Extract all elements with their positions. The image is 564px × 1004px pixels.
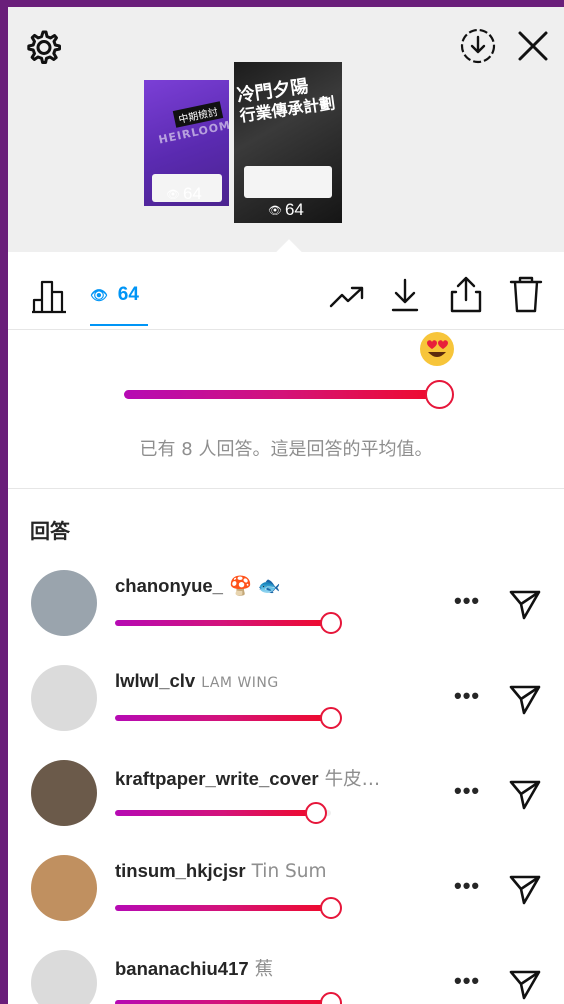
- eye-icon: 👁: [90, 286, 108, 303]
- display-name: LAM WING: [201, 675, 279, 691]
- views-count: 64: [117, 284, 139, 305]
- response-slider-knob: [304, 802, 327, 824]
- story-thumbnail[interactable]: 中期檢討 HEIRLOOM 👁 64: [144, 80, 229, 206]
- story-card: [244, 166, 332, 198]
- send-message-icon[interactable]: [508, 967, 542, 1001]
- close-icon[interactable]: [514, 27, 552, 65]
- username[interactable]: chanonyue_ 🍄 🐟: [115, 575, 281, 597]
- average-slider-knob: [425, 380, 454, 409]
- response-row[interactable]: lwlwl_clv LAM WING •••: [8, 665, 564, 755]
- response-slider-track: [115, 620, 331, 626]
- heart-eyes-emoji-icon: [420, 332, 454, 366]
- response-slider-track: [115, 1000, 331, 1004]
- response-slider-knob: [320, 992, 342, 1004]
- avatar[interactable]: [31, 950, 97, 1004]
- average-slider-track: [124, 390, 439, 399]
- response-row[interactable]: chanonyue_ 🍄 🐟 •••: [8, 570, 564, 660]
- story-view-count: 👁 64: [166, 184, 202, 203]
- more-options-icon[interactable]: •••: [454, 588, 480, 614]
- avatar[interactable]: [31, 855, 97, 921]
- response-slider-track: [115, 715, 331, 721]
- send-message-icon[interactable]: [508, 587, 542, 621]
- active-tab-indicator: [90, 324, 148, 326]
- more-options-icon[interactable]: •••: [454, 683, 480, 709]
- send-message-icon[interactable]: [508, 777, 542, 811]
- response-slider-knob: [320, 612, 342, 634]
- more-options-icon[interactable]: •••: [454, 778, 480, 804]
- response-row[interactable]: tinsum_hkjcjsr Tin Sum •••: [8, 855, 564, 945]
- avatar[interactable]: [31, 570, 97, 636]
- more-options-icon[interactable]: •••: [454, 968, 480, 994]
- story-title: 冷門夕陽 行業傳承計劃: [235, 75, 337, 126]
- bar-chart-icon[interactable]: [30, 278, 68, 314]
- response-slider-track: [115, 905, 331, 911]
- story-view-count: 👁 64: [268, 200, 304, 219]
- display-name: 🍄 🐟: [228, 576, 281, 597]
- response-slider-track: [115, 810, 331, 816]
- story-thumbnail-selected[interactable]: 冷門夕陽 行業傳承計劃 👁 64: [234, 62, 342, 223]
- response-row[interactable]: bananachiu417 蕉 •••: [8, 950, 564, 1004]
- responses-heading: 回答: [30, 519, 70, 543]
- display-name: 牛皮…: [324, 769, 381, 790]
- trending-icon[interactable]: [328, 282, 366, 312]
- share-icon[interactable]: [448, 274, 484, 314]
- insights-toolbar: 👁 64: [8, 252, 564, 330]
- eye-icon: 👁: [166, 188, 180, 201]
- display-name: 蕉: [254, 959, 274, 980]
- eye-icon: 👁: [268, 204, 282, 217]
- username[interactable]: kraftpaper_write_cover 牛皮…: [115, 765, 380, 791]
- display-name: Tin Sum: [251, 861, 327, 882]
- download-icon[interactable]: [390, 276, 420, 314]
- story-insights-sheet: 中期檢討 HEIRLOOM 👁 64 冷門夕陽 行業傳承計劃 👁 64 👁 64…: [8, 7, 564, 1004]
- response-slider-knob: [320, 707, 342, 729]
- send-message-icon[interactable]: [508, 872, 542, 906]
- response-row[interactable]: kraftpaper_write_cover 牛皮… •••: [8, 760, 564, 850]
- story-preview-area: 中期檢討 HEIRLOOM 👁 64 冷門夕陽 行業傳承計劃 👁 64: [8, 7, 564, 265]
- settings-gear-icon[interactable]: [26, 29, 62, 65]
- avatar[interactable]: [31, 665, 97, 731]
- views-tab[interactable]: 👁 64: [90, 284, 139, 306]
- username[interactable]: bananachiu417 蕉: [115, 955, 273, 981]
- delete-icon[interactable]: [508, 274, 544, 314]
- send-message-icon[interactable]: [508, 682, 542, 716]
- response-slider-knob: [320, 897, 342, 919]
- emoji-slider-result: 已有 8 人回答。這是回答的平均值。: [8, 331, 564, 489]
- username[interactable]: tinsum_hkjcjsr Tin Sum: [115, 860, 327, 882]
- more-options-icon[interactable]: •••: [454, 873, 480, 899]
- avatar[interactable]: [31, 760, 97, 826]
- responses-summary: 已有 8 人回答。這是回答的平均值。: [139, 439, 433, 460]
- username[interactable]: lwlwl_clv LAM WING: [115, 670, 279, 692]
- save-story-icon[interactable]: [459, 27, 497, 65]
